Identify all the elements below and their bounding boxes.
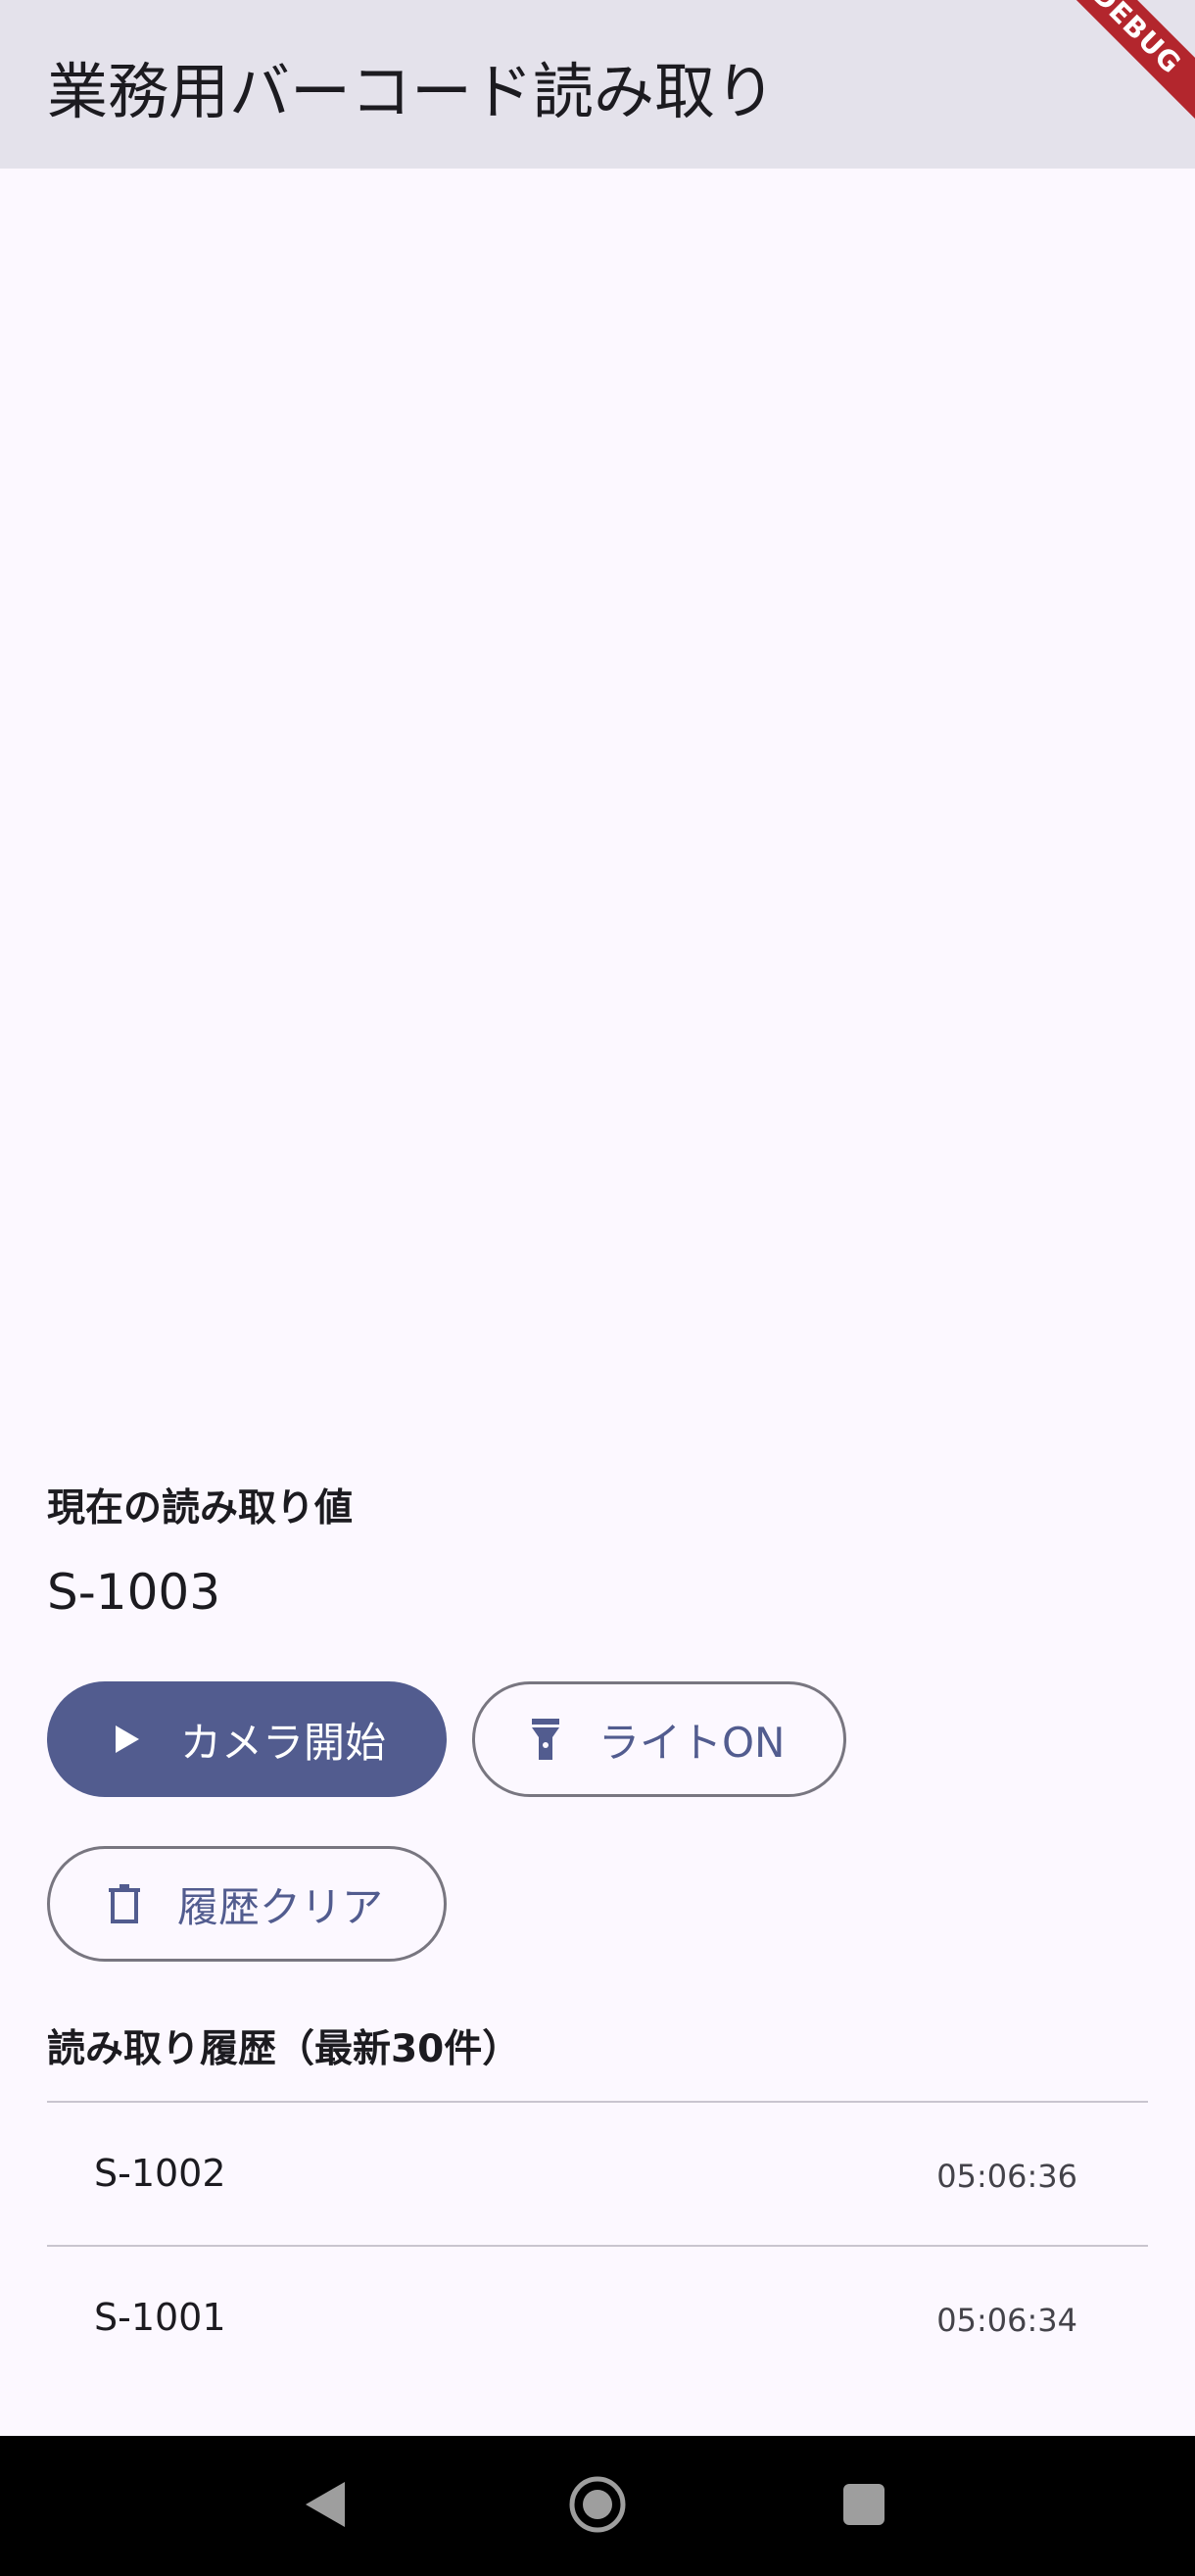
list-item[interactable]: S-1002 05:06:36: [47, 2101, 1148, 2245]
history-code: S-1002: [94, 2152, 226, 2195]
recent-apps-icon: [842, 2483, 885, 2530]
camera-start-label: カメラ開始: [180, 1718, 387, 1767]
history-list: S-1002 05:06:36 S-1001 05:06:34: [47, 2101, 1148, 2389]
app-bar: 業務用バーコード読み取り DEBUG: [0, 0, 1195, 169]
trash-icon: [105, 1884, 144, 1923]
list-item[interactable]: S-1001 05:06:34: [47, 2245, 1148, 2389]
history-title: 読み取り履歴（最新30件）: [47, 2027, 521, 2071]
current-value: S-1003: [47, 1564, 221, 1621]
history-code: S-1001: [94, 2296, 226, 2339]
home-icon: [568, 2475, 627, 2538]
history-time: 05:06:36: [936, 2158, 1077, 2195]
recent-apps-button[interactable]: [805, 2436, 923, 2576]
back-button[interactable]: [266, 2436, 384, 2576]
home-button[interactable]: [539, 2436, 656, 2576]
clear-history-label: 履歴クリア: [177, 1882, 384, 1931]
camera-preview: [0, 169, 1195, 1442]
page-title: 業務用バーコード読み取り: [47, 56, 777, 127]
clear-history-button[interactable]: 履歴クリア: [47, 1846, 447, 1962]
camera-start-button[interactable]: カメラ開始: [47, 1681, 447, 1797]
debug-banner: DEBUG: [1030, 0, 1195, 135]
light-toggle-label: ライトON: [598, 1718, 786, 1767]
history-time: 05:06:34: [936, 2302, 1077, 2339]
back-icon: [304, 2480, 347, 2533]
light-toggle-button[interactable]: ライトON: [472, 1681, 846, 1797]
flashlight-icon: [526, 1719, 565, 1760]
system-nav-bar: [0, 2436, 1195, 2576]
current-value-label: 現在の読み取り値: [47, 1486, 354, 1531]
play-icon: [108, 1720, 147, 1759]
app-root: 業務用バーコード読み取り DEBUG 現在の読み取り値 S-1003 カメラ開始…: [0, 0, 1195, 2576]
